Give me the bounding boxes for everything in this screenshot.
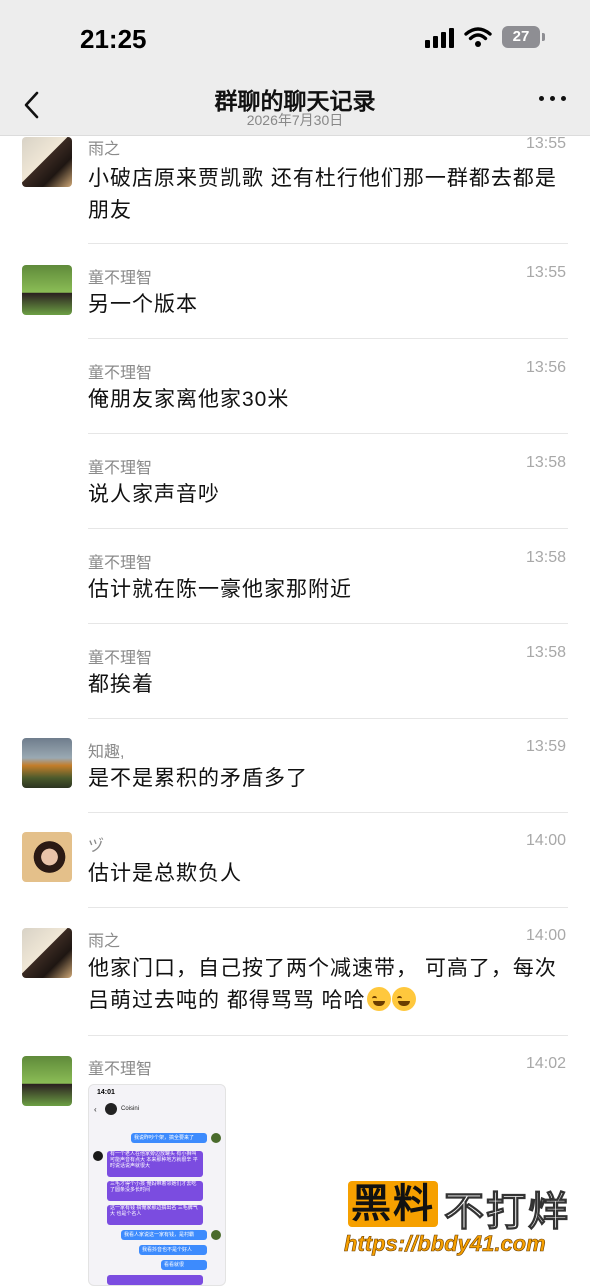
thumb-bubble: 我看人家说这一家有钱，是村霸 — [121, 1230, 207, 1240]
cellular-signal-icon — [425, 26, 454, 48]
wifi-icon — [464, 27, 492, 47]
more-options-icon[interactable] — [539, 96, 566, 101]
crying-laughing-emoji-icon — [391, 987, 416, 1011]
thumb-bubble: 三毛才得个小孩 俺妈带着邻她们才去吃了圆条没多长时间 — [107, 1181, 203, 1201]
message-text: 他家门口，自己按了两个减速带， 可高了，每次吕萌过去吨的 都得骂骂 哈哈 — [88, 953, 558, 1017]
message-text: 估计是总欺负人 — [88, 862, 242, 885]
message-text: 说人家声音吵 — [88, 483, 220, 506]
message-time: 13:55 — [525, 264, 566, 281]
status-icons: 27 — [425, 26, 545, 48]
sender-name: 童不理智 — [88, 270, 153, 287]
watermark-brand-primary: 黑料 — [348, 1181, 438, 1227]
divider — [88, 433, 568, 434]
thumb-bubble: 有一个老人在他家旁边放罐头 有小狮叫 可能声音有点大 本来那种地方就很辛 平时说… — [107, 1151, 203, 1177]
sender-name: 雨之 — [88, 933, 121, 950]
avatar[interactable] — [22, 137, 72, 187]
sender-name: 知趣, — [88, 744, 125, 761]
divider — [88, 812, 568, 813]
thumb-bubble: 这一家有钱 搞俺家那边搞出名 三毛脾气大 也是个名人 — [107, 1205, 203, 1225]
message-time: 13:59 — [525, 738, 566, 755]
message-time: 14:00 — [525, 927, 566, 944]
avatar[interactable] — [22, 738, 72, 788]
message-text: 都挨着 — [88, 673, 154, 696]
message-text: 俺朋友家离他家30米 — [88, 388, 290, 411]
watermark-logo: 黑料 不打烊 https://bbdy41.com — [340, 1173, 590, 1280]
message-time: 13:56 — [525, 359, 566, 376]
crying-laughing-emoji-icon — [366, 987, 391, 1011]
thumb-bubble — [107, 1275, 203, 1285]
thumb-avatar — [211, 1230, 221, 1240]
divider — [88, 907, 568, 908]
sender-name: 童不理智 — [88, 365, 153, 382]
sender-name: 雨之 — [88, 141, 121, 158]
message-time: 13:58 — [525, 549, 566, 566]
message-time: 13:58 — [525, 644, 566, 661]
thumb-avatar — [211, 1133, 221, 1143]
status-bar: 21:25 27 — [0, 0, 590, 80]
divider — [88, 338, 568, 339]
navigation-bar: 群聊的聊天记录 2026年7月30日 — [0, 80, 590, 136]
message-text-content: 他家门口，自己按了两个减速带， 可高了，每次吕萌过去吨的 都得骂骂 哈哈 — [88, 957, 557, 1012]
divider — [88, 623, 568, 624]
thumb-time: 14:01 — [97, 1089, 115, 1096]
divider — [88, 528, 568, 529]
message-text: 是不是累积的矛盾多了 — [88, 767, 308, 790]
thumb-avatar — [93, 1151, 103, 1161]
message-time: 14:02 — [525, 1055, 566, 1072]
divider — [88, 718, 568, 719]
avatar[interactable] — [22, 265, 72, 315]
divider — [88, 1035, 568, 1036]
sender-name: 童不理智 — [88, 555, 153, 572]
avatar[interactable] — [22, 928, 72, 978]
status-time: 21:25 — [80, 24, 147, 54]
battery-icon: 27 — [502, 26, 545, 48]
sender-name: 童不理智 — [88, 1061, 153, 1078]
sender-name: 童不理智 — [88, 650, 153, 667]
sender-name: ヅ — [88, 838, 105, 855]
message-text: 小破店原来贾凯歌 还有杜行他们那一群都去都是朋友 — [88, 167, 557, 222]
message-time: 14:00 — [525, 832, 566, 849]
chat-screenshot-image[interactable]: 14:01 ‹ Coisini 我说昨吵个架，搞全要来了 有一个老人在他家旁边放… — [88, 1084, 226, 1286]
sender-name: 童不理智 — [88, 460, 153, 477]
message-text: 估计就在陈一豪他家那附近 — [88, 578, 352, 601]
message-time: 13:58 — [525, 454, 566, 471]
thumb-title: Coisini — [121, 1106, 140, 1112]
divider — [88, 243, 568, 244]
avatar[interactable] — [22, 1056, 72, 1106]
avatar[interactable] — [22, 832, 72, 882]
thumb-header: ‹ Coisini — [94, 1103, 140, 1115]
message-text: 另一个版本 — [88, 293, 198, 316]
thumb-bubble: 看看就很 — [161, 1260, 207, 1270]
watermark-brand-secondary: 不打烊 — [444, 1190, 570, 1235]
thumb-bubble: 我看抖音也不是个好人 — [139, 1245, 207, 1255]
thumb-bubble: 我说昨吵个架，搞全要来了 — [131, 1133, 207, 1143]
page-subtitle-date: 2026年7月30日 — [246, 112, 344, 128]
message-time: 13:55 — [525, 135, 566, 152]
watermark-url: https://bbdy41.com — [344, 1231, 546, 1257]
